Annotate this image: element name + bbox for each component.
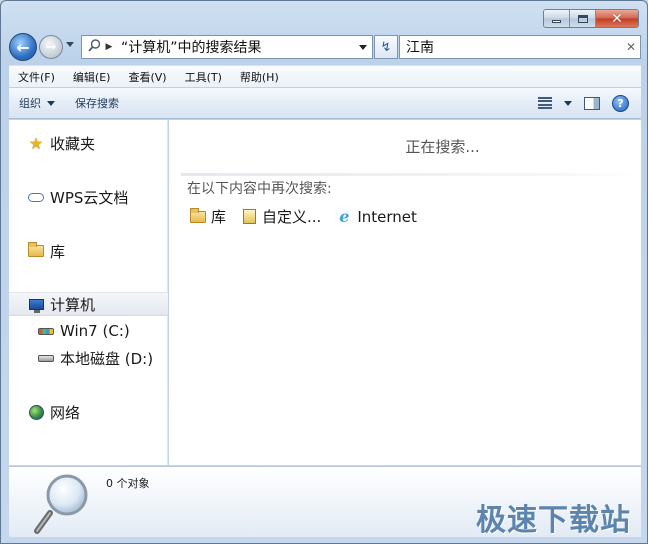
search-box[interactable]: 江南 ✕ (399, 35, 641, 59)
chevron-down-icon (359, 44, 367, 50)
refresh-icon: ↯ (380, 39, 392, 55)
menu-bar: 文件(F) 编辑(E) 查看(V) 工具(T) 帮助(H) (9, 65, 641, 87)
separator (181, 173, 639, 176)
nav-item-label: 计算机 (50, 295, 96, 314)
scope-label: Internet (357, 207, 417, 226)
watermark-text: 极速下载站 (476, 503, 631, 538)
custom-document-icon (240, 208, 258, 226)
save-search-button[interactable]: 保存搜索 (65, 95, 129, 111)
help-icon[interactable]: ? (612, 94, 629, 112)
chevron-down-icon (47, 100, 55, 106)
internet-explorer-icon: e (339, 207, 350, 226)
menu-tools[interactable]: 工具(T) (176, 69, 231, 85)
search-scope-list: 库 自定义... e Internet (189, 206, 417, 227)
menu-file[interactable]: 文件(F) (9, 69, 64, 85)
nav-item-label: 网络 (50, 403, 81, 422)
object-count: 0 个对象 (106, 477, 150, 490)
hard-drive-icon (37, 349, 55, 367)
navigation-bar: ← → ▶ “计算机”中的搜索结果 ↯ 江南 ✕ (9, 33, 641, 61)
close-button[interactable]: ✕ (596, 10, 638, 27)
scope-library-link[interactable]: 库 (189, 206, 226, 227)
nav-item-network[interactable]: 网络 (9, 400, 168, 424)
nav-item-wps-cloud[interactable]: WPS云文档 (9, 185, 168, 209)
menu-help[interactable]: 帮助(H) (231, 69, 288, 85)
views-dropdown-icon[interactable] (564, 100, 572, 106)
command-bar-right: ? (538, 94, 641, 112)
back-button[interactable]: ← (9, 33, 37, 61)
star-icon: ★ (28, 133, 44, 153)
library-folder-icon (189, 207, 207, 226)
close-icon: ✕ (611, 10, 623, 27)
scope-label: 自定义... (262, 208, 322, 226)
cloud-icon (27, 188, 45, 206)
breadcrumb-chevron-icon[interactable]: ▶ (103, 42, 115, 52)
scope-custom-link[interactable]: 自定义... (240, 206, 321, 227)
views-icon[interactable] (538, 97, 552, 109)
search-folder-icon (85, 38, 103, 56)
nav-item-label: Win7 (C:) (60, 322, 130, 340)
search-status: 正在搜索... (405, 138, 480, 156)
computer-icon (27, 295, 45, 313)
clear-search-icon[interactable]: ✕ (622, 40, 640, 54)
minimize-icon (552, 20, 561, 23)
maximize-button[interactable] (570, 10, 596, 27)
library-folder-icon (27, 242, 45, 260)
scope-label: 库 (211, 208, 227, 226)
scope-internet-link[interactable]: e Internet (335, 207, 417, 226)
command-bar: 组织 保存搜索 ? (9, 88, 641, 119)
minimize-button[interactable] (544, 10, 570, 27)
preview-pane-icon[interactable] (584, 96, 600, 110)
nav-item-label: 库 (50, 242, 66, 261)
search-input[interactable]: 江南 (400, 37, 622, 57)
arrow-right-icon: → (45, 39, 57, 55)
maximize-icon (577, 14, 588, 23)
organize-label: 组织 (19, 97, 41, 110)
forward-button[interactable]: → (39, 35, 63, 59)
nav-item-label: 收藏夹 (50, 134, 96, 153)
details-pane: 0 个对象 极速下载站 (9, 466, 641, 538)
windows-drive-icon (37, 322, 55, 340)
network-globe-icon (27, 403, 45, 421)
recent-pages-dropdown[interactable] (66, 42, 74, 47)
organize-button[interactable]: 组织 (9, 95, 65, 111)
save-search-label: 保存搜索 (75, 97, 119, 110)
nav-item-computer[interactable]: 计算机 (9, 292, 168, 316)
address-text: “计算机”中的搜索结果 (121, 40, 262, 56)
results-pane: 正在搜索... 在以下内容中再次搜索: 库 自定义... e Internet (169, 120, 641, 465)
search-again-label: 在以下内容中再次搜索: (187, 181, 332, 197)
nav-item-label: 本地磁盘 (D:) (60, 349, 154, 368)
nav-item-label: WPS云文档 (50, 188, 129, 207)
caption-buttons: ✕ (543, 9, 639, 28)
navigation-pane: ★ 收藏夹 WPS云文档 库 计算机 Win7 (C:) 本地磁盘 (D:) 网… (9, 120, 168, 465)
menu-edit[interactable]: 编辑(E) (64, 69, 120, 85)
nav-item-library[interactable]: 库 (9, 239, 168, 263)
arrow-left-icon: ← (16, 37, 30, 57)
nav-item-drive-c[interactable]: Win7 (C:) (9, 319, 168, 343)
magnifier-icon (34, 474, 88, 534)
address-bar[interactable]: ▶ “计算机”中的搜索结果 (81, 35, 373, 59)
refresh-button[interactable]: ↯ (374, 35, 398, 59)
nav-item-favorites[interactable]: ★ 收藏夹 (9, 131, 168, 155)
explorer-window: ✕ ← → ▶ “计算机”中的搜索结果 ↯ 江南 ✕ 文件(F) 编辑(E) 查… (0, 0, 648, 544)
address-dropdown-button[interactable] (354, 36, 372, 58)
nav-item-drive-d[interactable]: 本地磁盘 (D:) (9, 346, 168, 370)
menu-view[interactable]: 查看(V) (119, 69, 175, 85)
